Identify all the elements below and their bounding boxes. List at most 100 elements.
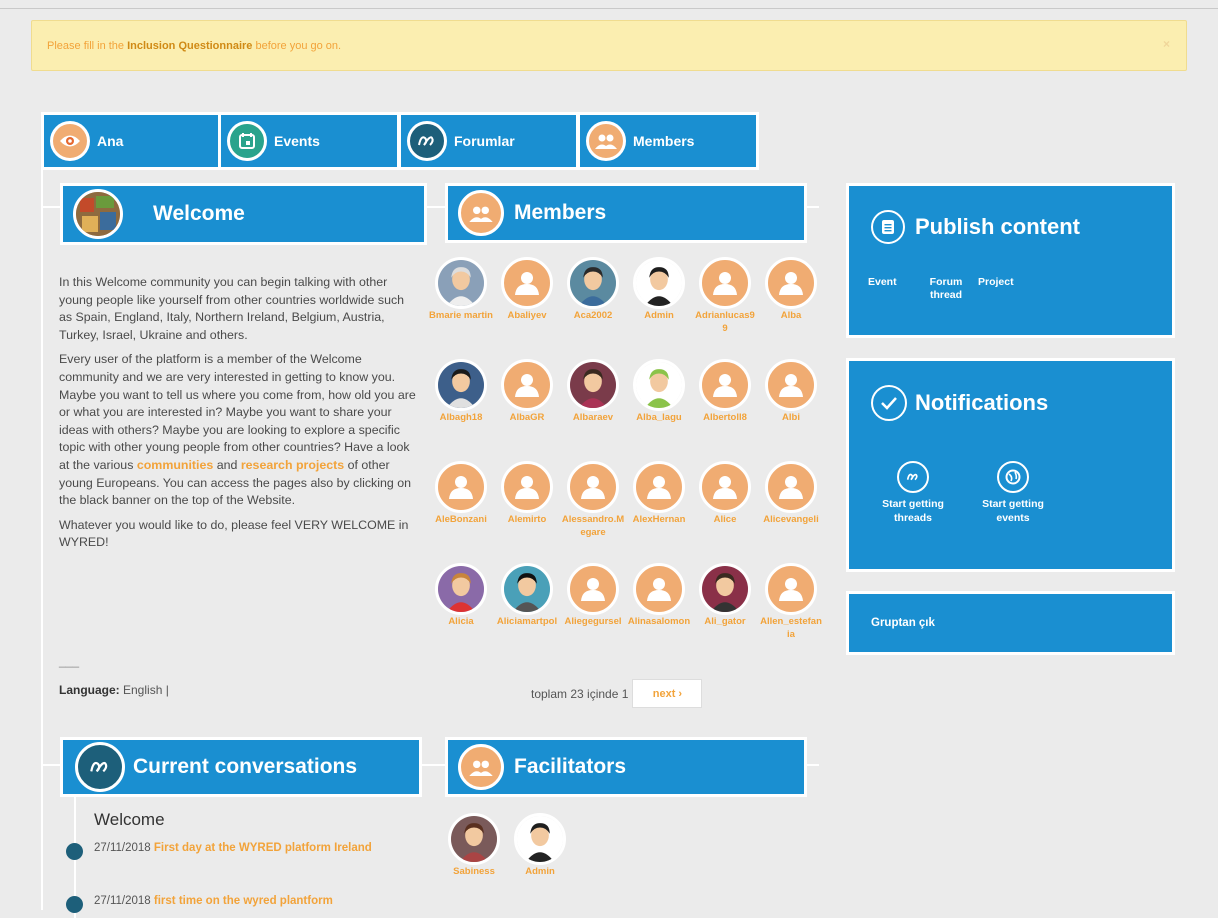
next-page-button[interactable]: next › [632, 679, 703, 708]
member-card[interactable]: Aca2002 [561, 257, 625, 323]
tab-label: Forumlar [454, 133, 515, 149]
member-name: Abaliyev [507, 310, 547, 321]
document-icon [871, 210, 905, 244]
conversation-item: 27/11/2018 first time on the wyred plant… [94, 895, 333, 907]
default-avatar-icon [435, 461, 487, 513]
member-name: Alice [713, 514, 737, 525]
avatar [435, 359, 487, 411]
conversation-link[interactable]: first time on the wyred plantform [154, 895, 333, 907]
member-card[interactable]: Adrianlucas99 [693, 257, 757, 335]
member-name: Alemirto [507, 514, 547, 525]
member-name: AlexHernan [632, 514, 686, 525]
conversations-header: Current conversations [60, 737, 422, 797]
member-card[interactable]: AlbaGR [495, 359, 559, 425]
conversation-group-title: Welcome [94, 810, 165, 829]
member-card[interactable]: Allen_estefania [759, 563, 823, 641]
member-name: Aliegegursel [564, 616, 622, 627]
avatar [633, 257, 685, 309]
member-card[interactable]: Ali_gator [693, 563, 757, 629]
member-card[interactable]: AlexHernan [627, 461, 691, 527]
leave-group-panel: Gruptan çık [846, 591, 1175, 655]
member-name: Alessandro.Megare [561, 514, 625, 538]
publish-forum-thread-link[interactable]: Forum thread [923, 276, 969, 302]
member-card[interactable]: AleBonzani [429, 461, 493, 527]
member-card[interactable]: Alemirto [495, 461, 559, 527]
tab-members[interactable]: Members [577, 112, 759, 170]
facilitators-header: Facilitators [445, 737, 807, 797]
people-icon [458, 190, 504, 236]
communities-link[interactable]: communities [137, 458, 213, 472]
calendar-icon [227, 121, 267, 161]
member-card[interactable]: Abaliyev [495, 257, 559, 323]
member-name: AlbaGR [509, 412, 545, 423]
facilitator-card[interactable]: Admin [508, 813, 572, 879]
member-name: Adrianlucas99 [695, 310, 755, 334]
member-card[interactable]: Albaraev [561, 359, 625, 425]
member-name: Albertoll8 [703, 412, 747, 423]
questionnaire-alert: Please fill in the Inclusion Questionnai… [31, 20, 1187, 71]
research-projects-link[interactable]: research projects [241, 458, 344, 472]
member-card[interactable]: Alice [693, 461, 757, 527]
member-card[interactable]: Admin [627, 257, 691, 323]
tab-events[interactable]: Events [218, 112, 400, 170]
member-card[interactable]: Alessandro.Megare [561, 461, 625, 539]
tab-forumlar[interactable]: Forumlar [398, 112, 579, 170]
member-card[interactable]: Alba_lagu [627, 359, 691, 425]
leave-group-button[interactable]: Gruptan çık [871, 617, 935, 629]
default-avatar-icon [699, 359, 751, 411]
member-card[interactable]: Albagh18 [429, 359, 493, 425]
conversations-title: Current conversations [133, 755, 358, 778]
member-name: Albaraev [572, 412, 614, 423]
member-card[interactable]: Alicia [429, 563, 493, 629]
avatar [435, 257, 487, 309]
start-threads-button[interactable]: Start getting threads [868, 461, 958, 525]
timeline-dot [66, 843, 83, 860]
tab-ana[interactable]: Ana [41, 112, 221, 170]
publish-project-link[interactable]: Project [978, 276, 1024, 302]
conversation-link[interactable]: First day at the WYRED platform Ireland [154, 842, 372, 854]
publish-content-panel: Publish content [846, 183, 1175, 338]
avatar [699, 563, 751, 615]
default-avatar-icon [699, 461, 751, 513]
member-card[interactable]: Bmarie martin [429, 257, 493, 323]
start-events-button[interactable]: Start getting events [968, 461, 1058, 525]
alert-close-button[interactable]: × [1163, 37, 1170, 51]
connector [805, 206, 819, 208]
publish-event-link[interactable]: Event [868, 276, 914, 302]
member-name: Ali_gator [704, 616, 746, 627]
connector [420, 764, 446, 766]
default-avatar-icon [633, 461, 685, 513]
member-card[interactable]: Aliciamartpol [495, 563, 559, 629]
member-card[interactable]: Alicevangeli [759, 461, 823, 527]
member-name: Aliciamartpol [496, 616, 558, 627]
publish-header: Publish content [871, 210, 1080, 244]
default-avatar-icon [765, 461, 817, 513]
conversation-item: 27/11/2018 First day at the WYRED platfo… [94, 842, 372, 854]
member-card[interactable]: Alba [759, 257, 823, 323]
member-name: Allen_estefania [760, 616, 822, 640]
default-avatar-icon [765, 563, 817, 615]
default-avatar-icon [567, 563, 619, 615]
connector [425, 206, 447, 208]
eye-icon [50, 121, 90, 161]
default-avatar-icon [765, 257, 817, 309]
welcome-image-icon [73, 189, 123, 239]
member-card[interactable]: Albi [759, 359, 823, 425]
member-card[interactable]: Aliegegursel [561, 563, 625, 629]
member-name: Albagh18 [439, 412, 483, 423]
timeline-line-left [41, 170, 43, 910]
default-avatar-icon [765, 359, 817, 411]
timeline-dot [66, 896, 83, 913]
avatar [567, 257, 619, 309]
default-avatar-icon [501, 359, 553, 411]
check-icon [871, 385, 907, 421]
facilitator-card[interactable]: Sabiness [442, 813, 506, 879]
welcome-header: Welcome [60, 183, 427, 245]
questionnaire-link[interactable]: Inclusion Questionnaire [127, 40, 252, 52]
member-name: Bmarie martin [429, 310, 493, 321]
member-name: Admin [644, 310, 674, 321]
members-title: Members [514, 201, 607, 224]
member-card[interactable]: Albertoll8 [693, 359, 757, 425]
publish-title: Publish content [915, 214, 1080, 239]
member-card[interactable]: Alinasalomon [627, 563, 691, 629]
